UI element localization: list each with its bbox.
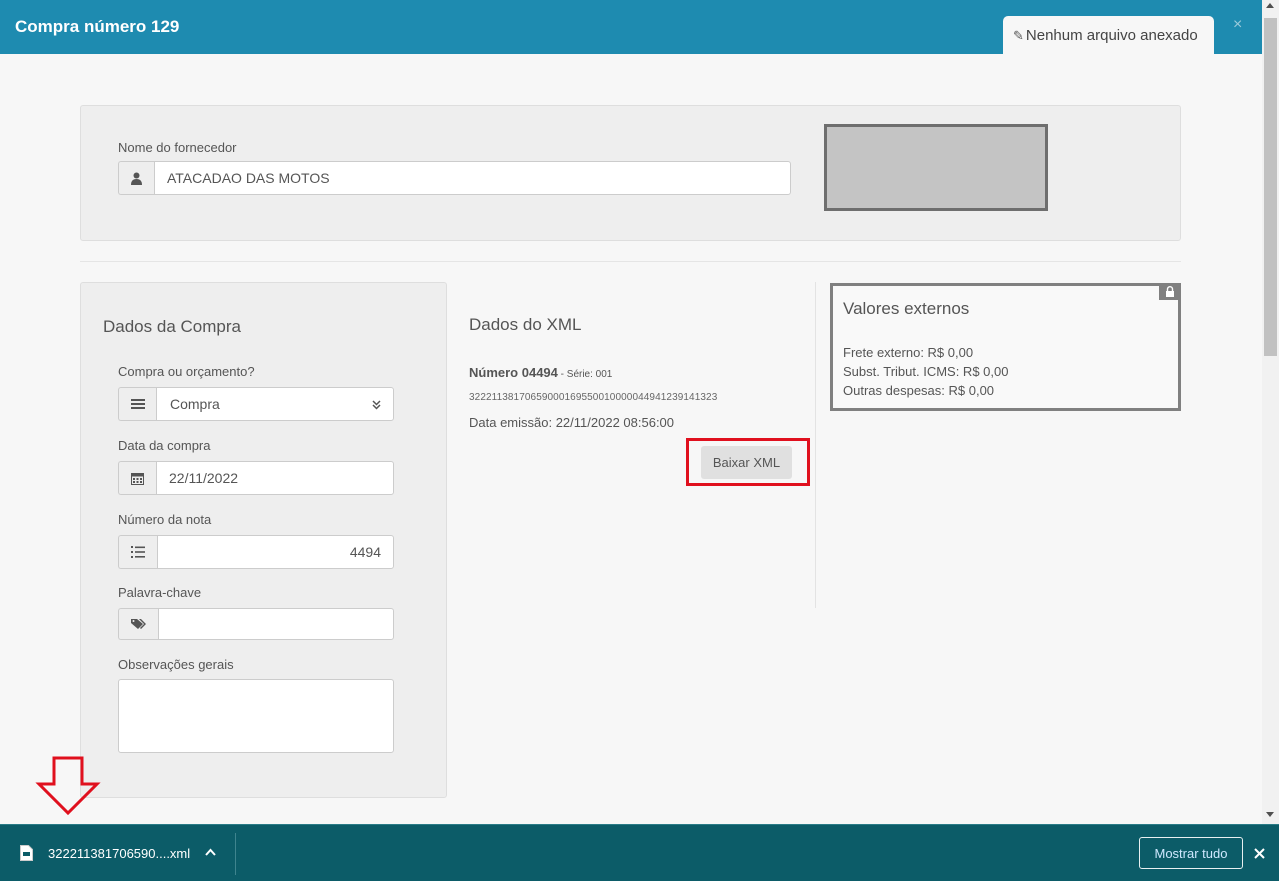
date-field[interactable]: 22/11/2022 bbox=[156, 461, 394, 495]
show-all-button[interactable]: Mostrar tudo bbox=[1139, 837, 1243, 869]
keyword-label: Palavra-chave bbox=[118, 585, 202, 600]
purchase-title: Dados da Compra bbox=[103, 317, 241, 336]
download-bar: 322211381706590....xml Mostrar tudo bbox=[0, 824, 1279, 881]
page-scrollbar[interactable] bbox=[1262, 0, 1279, 824]
supplier-label: Nome do fornecedor bbox=[118, 140, 237, 155]
attachment-label: Nenhum arquivo anexado bbox=[1025, 27, 1198, 44]
section-divider bbox=[80, 261, 1181, 262]
scroll-down-icon[interactable] bbox=[1266, 812, 1274, 817]
date-label: Data da compra bbox=[118, 438, 211, 453]
ordered-list-icon bbox=[118, 535, 157, 569]
keyword-input-group bbox=[118, 608, 394, 640]
lock-icon bbox=[1159, 283, 1181, 300]
list-icon bbox=[118, 387, 156, 421]
xml-access-key: 3222113817065900016955001000004494123914… bbox=[469, 392, 718, 403]
other-expenses-value: Outras despesas: R$ 0,00 bbox=[843, 383, 995, 398]
chevron-down-icon bbox=[372, 397, 381, 413]
purchase-panel: Dados da Compra Compra ou orçamento? Com… bbox=[80, 282, 447, 798]
xml-emission-date: Data emissão: 22/11/2022 08:56:00 bbox=[469, 415, 675, 430]
modal-header: Compra número 129 ✎ Nenhum arquivo anexad… bbox=[0, 0, 1262, 54]
user-icon bbox=[118, 161, 154, 195]
download-arrow-icon bbox=[35, 756, 101, 821]
attachment-tab[interactable]: ✎ Nenhum arquivo anexado bbox=[1003, 16, 1214, 54]
download-file-name[interactable]: 322211381706590....xml bbox=[48, 846, 190, 861]
freight-value: Frete externo: R$ 0,00 bbox=[843, 345, 974, 360]
type-select-group: Compra bbox=[118, 387, 394, 421]
xml-series: - Série: 001 bbox=[557, 369, 613, 380]
scroll-up-icon[interactable] bbox=[1266, 3, 1274, 8]
scroll-thumb[interactable] bbox=[1264, 18, 1277, 356]
download-separator bbox=[235, 833, 236, 875]
supplier-panel: Nome do fornecedor ATACADAO DAS MOTOS bbox=[80, 105, 1181, 241]
type-select-value: Compra bbox=[170, 396, 220, 412]
external-values-title: Valores externos bbox=[843, 299, 970, 318]
paperclip-icon: ✎ bbox=[1013, 28, 1024, 43]
date-input-group: 22/11/2022 bbox=[118, 461, 394, 495]
chevron-up-icon[interactable] bbox=[205, 843, 216, 859]
tags-icon bbox=[118, 608, 158, 640]
xml-number: Número 04494 bbox=[469, 365, 558, 380]
invoice-input-group: 4494 bbox=[118, 535, 394, 569]
close-icon[interactable]: × bbox=[1233, 16, 1242, 34]
supplier-logo-placeholder bbox=[824, 124, 1048, 211]
column-separator bbox=[815, 282, 816, 608]
supplier-input-group: ATACADAO DAS MOTOS bbox=[118, 161, 791, 195]
xml-title: Dados do XML bbox=[469, 315, 582, 334]
type-label: Compra ou orçamento? bbox=[118, 364, 255, 379]
modal-title: Compra número 129 bbox=[15, 17, 180, 36]
supplier-field[interactable]: ATACADAO DAS MOTOS bbox=[154, 161, 791, 195]
notes-label: Observações gerais bbox=[118, 657, 234, 672]
notes-textarea[interactable] bbox=[118, 679, 394, 753]
icms-value: Subst. Tribut. ICMS: R$ 0,00 bbox=[843, 364, 1009, 379]
calendar-icon bbox=[118, 461, 156, 495]
type-select[interactable]: Compra bbox=[156, 387, 394, 421]
download-xml-button[interactable]: Baixar XML bbox=[701, 446, 792, 479]
invoice-field[interactable]: 4494 bbox=[157, 535, 394, 569]
invoice-label: Número da nota bbox=[118, 512, 212, 527]
close-icon[interactable] bbox=[1254, 843, 1265, 864]
external-values-panel: Valores externos Frete externo: R$ 0,00 … bbox=[830, 283, 1181, 411]
keyword-field[interactable] bbox=[158, 608, 394, 640]
file-icon bbox=[20, 845, 33, 866]
xml-number-line: Número 04494 - Série: 001 bbox=[469, 365, 612, 380]
